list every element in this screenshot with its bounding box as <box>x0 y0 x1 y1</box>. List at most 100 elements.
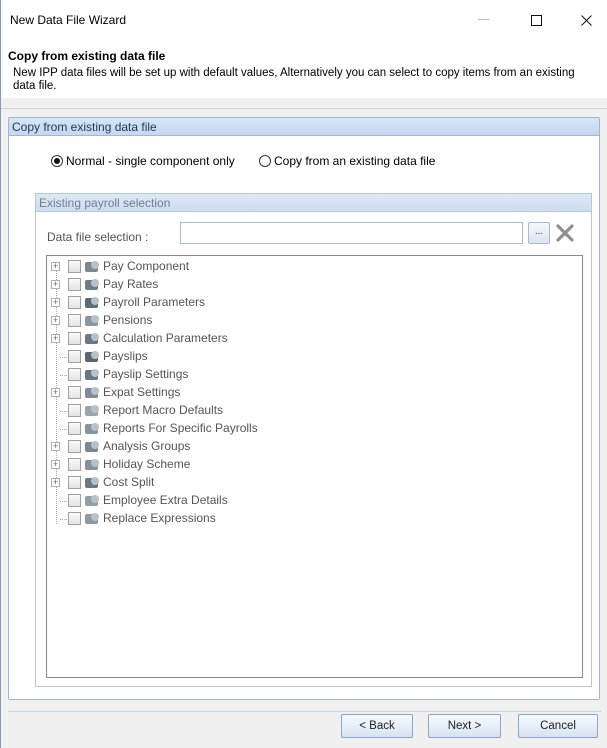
payroll-selection-title: Existing payroll selection <box>39 196 171 210</box>
minimize-icon <box>477 19 489 20</box>
tree-item[interactable]: + Cost Split <box>47 474 347 492</box>
tree-item-label: Pay Component <box>103 259 190 273</box>
tree-item[interactable]: + Pay Rates <box>47 276 347 294</box>
copy-group-header: Copy from existing data file <box>9 118 599 136</box>
tree-item[interactable]: + Pensions <box>47 312 347 330</box>
title-bar: New Data File Wizard <box>1 0 607 38</box>
reports-icon <box>85 423 99 434</box>
close-button[interactable] <box>564 6 607 34</box>
payroll-selection-group: Existing payroll selection Data file sel… <box>35 193 592 687</box>
data-file-label: Data file selection : <box>47 230 149 244</box>
tree-item-label: Calculation Parameters <box>103 331 228 345</box>
tree-item[interactable]: Reports For Specific Payrolls <box>47 420 347 438</box>
tree-item-checkbox[interactable] <box>68 512 81 525</box>
minimize-button[interactable] <box>461 6 505 34</box>
tree-item-checkbox[interactable] <box>68 296 81 309</box>
tree-branch-line <box>60 429 67 430</box>
tree-item[interactable]: + Calculation Parameters <box>47 330 347 348</box>
radio-copy-existing-label: Copy from an existing data file <box>274 154 436 168</box>
back-button[interactable]: < Back <box>341 714 413 738</box>
payroll-selection-header: Existing payroll selection <box>36 194 591 212</box>
radio-copy-existing-indicator[interactable] <box>259 155 271 167</box>
payslip-settings-icon <box>85 369 99 380</box>
data-file-input[interactable] <box>180 222 523 244</box>
expand-icon[interactable]: + <box>51 442 60 451</box>
pensions-icon <box>85 315 99 326</box>
expand-icon[interactable]: + <box>51 280 60 289</box>
expand-icon[interactable]: + <box>51 316 60 325</box>
tree-item-checkbox[interactable] <box>68 368 81 381</box>
payslips-icon <box>85 351 99 362</box>
employee-details-icon <box>85 495 99 506</box>
tree-item[interactable]: Payslip Settings <box>47 366 347 384</box>
wizard-header: Copy from existing data file New IPP dat… <box>1 38 607 98</box>
cancel-button[interactable]: Cancel <box>518 714 598 738</box>
browse-button[interactable]: ... <box>528 222 550 244</box>
expand-icon[interactable]: + <box>51 460 60 469</box>
holiday-scheme-icon <box>85 459 99 470</box>
page-title: Copy from existing data file <box>8 49 166 63</box>
pay-rates-icon <box>85 279 99 290</box>
tree-item-checkbox[interactable] <box>68 476 81 489</box>
tree-item-checkbox[interactable] <box>68 440 81 453</box>
tree-item-checkbox[interactable] <box>68 260 81 273</box>
clear-x-icon <box>556 224 574 242</box>
tree-branch-line <box>60 375 67 376</box>
tree-item-label: Expat Settings <box>103 385 181 399</box>
tree-item[interactable]: + Analysis Groups <box>47 438 347 456</box>
tree-item[interactable]: Payslips <box>47 348 347 366</box>
tree-item-checkbox[interactable] <box>68 386 81 399</box>
tree-item[interactable]: Replace Expressions <box>47 510 347 528</box>
radio-normal-label: Normal - single component only <box>66 154 235 168</box>
tree-item-label: Employee Extra Details <box>103 493 228 507</box>
payroll-items-tree[interactable]: + Pay Component + Pay Rates + Payroll Paramet… <box>46 255 583 678</box>
tree-item-label: Holiday Scheme <box>103 457 191 471</box>
tree-item[interactable]: + Payroll Parameters <box>47 294 347 312</box>
tree-item[interactable]: + Pay Component <box>47 258 347 276</box>
expand-icon[interactable]: + <box>51 262 60 271</box>
maximize-button[interactable] <box>514 6 558 34</box>
wizard-window: New Data File Wizard Copy from existing … <box>0 0 607 748</box>
footer-divider <box>8 711 601 712</box>
expand-icon[interactable]: + <box>51 298 60 307</box>
tree-item-checkbox[interactable] <box>68 422 81 435</box>
tree-item-checkbox[interactable] <box>68 350 81 363</box>
close-icon <box>580 14 592 26</box>
radio-copy-existing[interactable]: Copy from an existing data file <box>259 154 435 168</box>
expand-icon[interactable]: + <box>51 388 60 397</box>
expand-icon[interactable]: + <box>51 478 60 487</box>
copy-group-title: Copy from existing data file <box>12 120 157 134</box>
tree-item[interactable]: + Holiday Scheme <box>47 456 347 474</box>
tree-item-checkbox[interactable] <box>68 458 81 471</box>
tree-item-label: Payslips <box>103 349 148 363</box>
maximize-icon <box>530 14 542 26</box>
tree-branch-line <box>60 357 67 358</box>
tree-item-checkbox[interactable] <box>68 494 81 507</box>
analysis-groups-icon <box>85 441 99 452</box>
tree-branch-line <box>60 501 67 502</box>
radio-normal-indicator[interactable] <box>51 155 63 167</box>
tree-item-label: Payslip Settings <box>103 367 189 381</box>
next-button[interactable]: Next > <box>428 714 501 738</box>
page-description: New IPP data files will be set up with d… <box>13 67 575 92</box>
tree-item-checkbox[interactable] <box>68 314 81 327</box>
tree-item-label: Replace Expressions <box>103 511 216 525</box>
tree-item[interactable]: + Expat Settings <box>47 384 347 402</box>
tree-item-label: Analysis Groups <box>103 439 191 453</box>
tree-branch-line <box>60 411 67 412</box>
tree-item[interactable]: Report Macro Defaults <box>47 402 347 420</box>
tree-item-checkbox[interactable] <box>68 278 81 291</box>
tree-item[interactable]: Employee Extra Details <box>47 492 347 510</box>
tree-item-checkbox[interactable] <box>68 332 81 345</box>
tree-item-label: Reports For Specific Payrolls <box>103 421 258 435</box>
expat-settings-icon <box>85 387 99 398</box>
expand-icon[interactable]: + <box>51 334 60 343</box>
radio-normal[interactable]: Normal - single component only <box>51 154 235 168</box>
pay-component-icon <box>85 261 99 272</box>
clear-button[interactable] <box>553 221 577 245</box>
tree-item-label: Pensions <box>103 313 153 327</box>
replace-expressions-icon <box>85 513 99 524</box>
tree-item-label: Payroll Parameters <box>103 295 206 309</box>
copy-group: Copy from existing data file Normal - si… <box>8 117 600 700</box>
tree-item-checkbox[interactable] <box>68 404 81 417</box>
